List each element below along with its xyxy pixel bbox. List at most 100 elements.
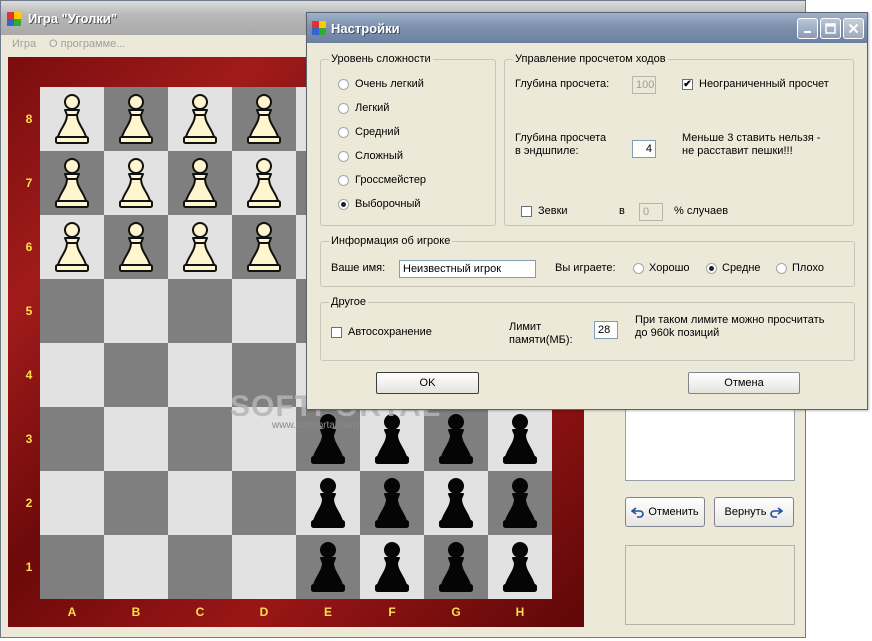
- square-c3[interactable]: [168, 407, 232, 471]
- black-pawn-icon[interactable]: [500, 477, 540, 529]
- autosave-label: Автосохранение: [348, 326, 432, 338]
- ok-button[interactable]: OK: [376, 372, 479, 394]
- square-a4[interactable]: [40, 343, 104, 407]
- blunders-checkbox[interactable]: [521, 206, 532, 217]
- black-pawn-icon[interactable]: [436, 541, 476, 593]
- player-name-input[interactable]: [399, 260, 536, 278]
- square-a7[interactable]: [40, 151, 104, 215]
- square-a5[interactable]: [40, 279, 104, 343]
- difficulty-radio[interactable]: [338, 103, 349, 114]
- black-pawn-icon[interactable]: [500, 413, 540, 465]
- square-b8[interactable]: [104, 87, 168, 151]
- white-pawn-icon[interactable]: [244, 157, 284, 209]
- white-pawn-icon[interactable]: [52, 221, 92, 273]
- square-b2[interactable]: [104, 471, 168, 535]
- square-a6[interactable]: [40, 215, 104, 279]
- rank-label: 2: [25, 496, 33, 510]
- white-pawn-icon[interactable]: [116, 93, 156, 145]
- square-c1[interactable]: [168, 535, 232, 599]
- square-e1[interactable]: [296, 535, 360, 599]
- square-c7[interactable]: [168, 151, 232, 215]
- close-button[interactable]: [843, 18, 864, 39]
- difficulty-radio[interactable]: [338, 127, 349, 138]
- square-h1[interactable]: [488, 535, 552, 599]
- square-h3[interactable]: [488, 407, 552, 471]
- black-pawn-icon[interactable]: [436, 413, 476, 465]
- file-label: C: [195, 605, 205, 619]
- skill-radio[interactable]: [633, 263, 644, 274]
- percent-label: % случаев: [674, 205, 729, 217]
- square-f1[interactable]: [360, 535, 424, 599]
- skill-radio[interactable]: [706, 263, 717, 274]
- square-d2[interactable]: [232, 471, 296, 535]
- square-b7[interactable]: [104, 151, 168, 215]
- memory-note-1: При таком лимите можно просчитать: [635, 314, 825, 326]
- square-b1[interactable]: [104, 535, 168, 599]
- square-a3[interactable]: [40, 407, 104, 471]
- square-c5[interactable]: [168, 279, 232, 343]
- difficulty-group: Уровень сложности Очень легкий Легкий Сред…: [320, 53, 496, 226]
- square-h2[interactable]: [488, 471, 552, 535]
- difficulty-option-label: Легкий: [355, 102, 390, 114]
- square-c4[interactable]: [168, 343, 232, 407]
- rank-label: 6: [25, 240, 33, 254]
- white-pawn-icon[interactable]: [180, 221, 220, 273]
- square-d8[interactable]: [232, 87, 296, 151]
- white-pawn-icon[interactable]: [116, 221, 156, 273]
- white-pawn-icon[interactable]: [180, 157, 220, 209]
- square-d5[interactable]: [232, 279, 296, 343]
- black-pawn-icon[interactable]: [436, 477, 476, 529]
- square-b5[interactable]: [104, 279, 168, 343]
- settings-title-bar[interactable]: Настройки: [307, 13, 867, 43]
- square-a1[interactable]: [40, 535, 104, 599]
- settings-dialog: Настройки Уровень сложности Очень легкий…: [306, 12, 868, 410]
- black-pawn-icon[interactable]: [372, 477, 412, 529]
- white-pawn-icon[interactable]: [244, 221, 284, 273]
- black-pawn-icon[interactable]: [372, 541, 412, 593]
- menu-game[interactable]: Игра: [12, 38, 36, 50]
- app-icon: [7, 12, 21, 26]
- white-pawn-icon[interactable]: [244, 93, 284, 145]
- square-c6[interactable]: [168, 215, 232, 279]
- square-d6[interactable]: [232, 215, 296, 279]
- difficulty-radio[interactable]: [338, 79, 349, 90]
- square-c8[interactable]: [168, 87, 232, 151]
- square-a8[interactable]: [40, 87, 104, 151]
- square-d7[interactable]: [232, 151, 296, 215]
- memory-limit-input[interactable]: 28: [594, 321, 618, 339]
- square-b4[interactable]: [104, 343, 168, 407]
- minimize-button[interactable]: [797, 18, 818, 39]
- maximize-button[interactable]: [820, 18, 841, 39]
- depth-input[interactable]: 100: [632, 76, 656, 94]
- square-g2[interactable]: [424, 471, 488, 535]
- difficulty-radio[interactable]: [338, 199, 349, 210]
- square-b6[interactable]: [104, 215, 168, 279]
- menu-about[interactable]: О программе...: [49, 38, 125, 50]
- autosave-checkbox[interactable]: [331, 327, 342, 338]
- white-pawn-icon[interactable]: [116, 157, 156, 209]
- unlimited-checkbox[interactable]: ✔: [682, 79, 693, 90]
- difficulty-radio[interactable]: [338, 151, 349, 162]
- white-pawn-icon[interactable]: [52, 93, 92, 145]
- square-c2[interactable]: [168, 471, 232, 535]
- square-g1[interactable]: [424, 535, 488, 599]
- difficulty-radio[interactable]: [338, 175, 349, 186]
- black-pawn-icon[interactable]: [500, 541, 540, 593]
- cancel-button[interactable]: Отмена: [688, 372, 800, 394]
- endgame-depth-input[interactable]: 4: [632, 140, 656, 158]
- black-pawn-icon[interactable]: [308, 541, 348, 593]
- blunders-percent-input[interactable]: 0: [639, 203, 663, 221]
- skill-radio[interactable]: [776, 263, 787, 274]
- white-pawn-icon[interactable]: [52, 157, 92, 209]
- blunders-in-label: в: [619, 205, 625, 217]
- black-pawn-icon[interactable]: [308, 477, 348, 529]
- white-pawn-icon[interactable]: [180, 93, 220, 145]
- redo-button[interactable]: Вернуть: [714, 497, 794, 527]
- square-d1[interactable]: [232, 535, 296, 599]
- square-e2[interactable]: [296, 471, 360, 535]
- square-f2[interactable]: [360, 471, 424, 535]
- square-b3[interactable]: [104, 407, 168, 471]
- square-a2[interactable]: [40, 471, 104, 535]
- undo-button[interactable]: Отменить: [625, 497, 705, 527]
- endgame-depth-label-2: в эндшпиле:: [515, 145, 579, 157]
